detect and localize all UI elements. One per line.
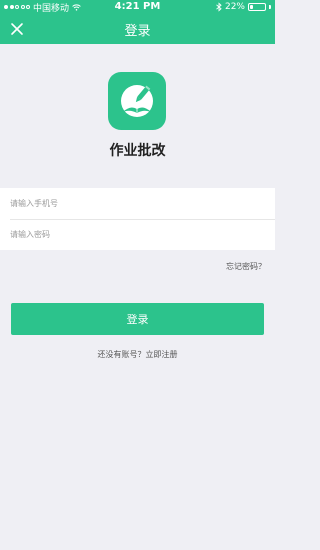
login-form xyxy=(0,188,275,250)
book-pencil-icon xyxy=(108,72,166,130)
password-input[interactable] xyxy=(10,219,265,250)
status-bar: 中国移动 4:21 PM 22% xyxy=(0,0,275,14)
page-title: 登录 xyxy=(124,24,151,39)
bluetooth-icon xyxy=(216,2,222,12)
nav-bar: 登录 xyxy=(0,14,275,44)
app-name: 作业批改 xyxy=(109,143,166,159)
forgot-password-link[interactable]: 忘记密码？ xyxy=(226,261,266,272)
phone-input[interactable] xyxy=(10,188,265,219)
battery-cap xyxy=(269,5,271,9)
battery-percent: 22% xyxy=(224,2,245,12)
battery-level xyxy=(250,5,253,9)
battery-icon xyxy=(248,3,266,11)
register-prompt: 还没有账号？ xyxy=(97,350,146,359)
login-button[interactable]: 登录 xyxy=(11,303,264,335)
status-right: 22% xyxy=(216,1,271,13)
register-row: 还没有账号？立即注册 xyxy=(0,349,275,360)
register-link[interactable]: 立即注册 xyxy=(146,350,178,359)
app-logo-graphic xyxy=(121,85,153,117)
